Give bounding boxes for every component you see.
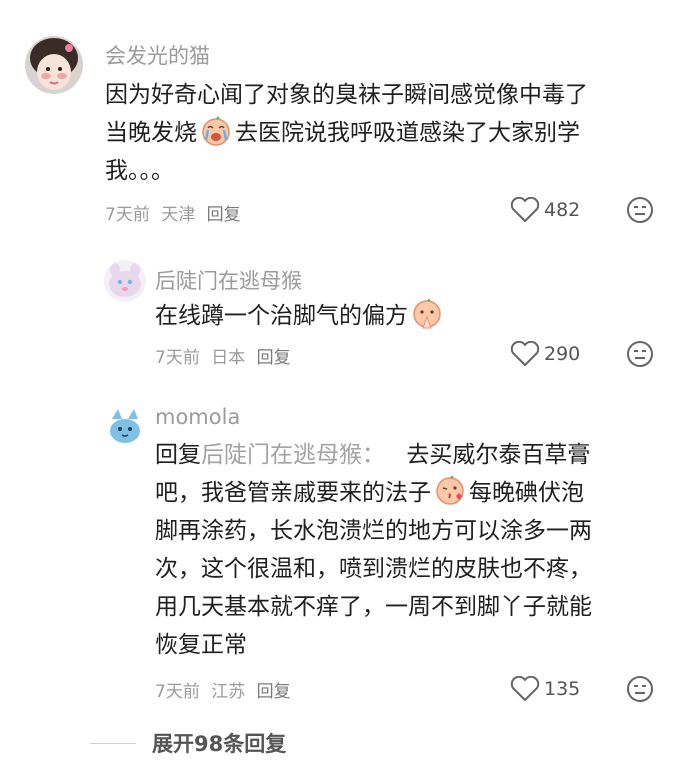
timestamp: 7天前: [155, 348, 200, 368]
crying-emoji-icon: [200, 116, 232, 146]
comment-text: 因为好奇心闻了对象的臭袜子瞬间感觉像中毒了 当晚发烧 去医院说我呼吸道感染了大家别…: [105, 76, 665, 190]
reply-button[interactable]: 回复: [257, 348, 291, 368]
comment-meta: 7天前 天津 回复: [105, 200, 247, 225]
avatar[interactable]: [104, 260, 146, 302]
like-button[interactable]: 482: [510, 197, 580, 223]
divider: [90, 742, 136, 744]
text-line: 因为好奇心闻了对象的臭袜子瞬间感觉像中毒了: [105, 82, 588, 108]
like-count: 482: [544, 199, 581, 221]
like-count: 135: [544, 678, 581, 700]
comment-meta: 7天前 江苏 回复: [155, 677, 297, 702]
like-button[interactable]: 290: [510, 341, 580, 367]
like-count: 290: [544, 343, 581, 365]
text-line: 用几天基本就不痒了，一周不到脚丫子就能: [155, 594, 592, 620]
location: 天津: [161, 205, 196, 225]
blue-cartoon-avatar-icon: [104, 405, 146, 447]
heart-icon: [510, 341, 540, 366]
girl-avatar-icon: [25, 36, 83, 94]
timestamp: 7天前: [155, 682, 200, 702]
text-line: 回复后陡门在逃母猴： 去买威尔泰百草膏: [155, 442, 591, 468]
username[interactable]: 会发光的猫: [105, 40, 210, 70]
location: 江苏: [211, 682, 246, 702]
comment-text: 回复后陡门在逃母猴： 去买威尔泰百草膏 吧，我爸管亲戚要来的法子 每晚碘伏泡 脚再…: [155, 436, 675, 664]
text-line: 当晚发烧 去医院说我呼吸道感染了大家别学: [105, 114, 665, 152]
expand-replies-button[interactable]: 展开98条回复: [90, 728, 286, 758]
reply-prefix: 回复: [155, 442, 201, 468]
praying-emoji-icon: [411, 298, 443, 329]
heart-icon: [510, 197, 540, 222]
dislike-button[interactable]: [626, 340, 654, 372]
username[interactable]: 后陡门在逃母猴: [155, 265, 302, 295]
avatar[interactable]: [104, 405, 146, 447]
expand-replies-label: 展开98条回复: [152, 732, 287, 756]
text-line: 脚再涂药，长水泡溃烂的地方可以涂多一两: [155, 518, 592, 544]
comment-text: 在线蹲一个治脚气的偏方: [155, 297, 655, 335]
dislike-button[interactable]: [626, 675, 654, 707]
text-line: 恢复正常: [155, 632, 247, 658]
text-line: 在线蹲一个治脚气的偏方: [155, 297, 655, 335]
text-line: 次，这个很温和，喷到溃烂的皮肤也不疼，: [155, 556, 592, 582]
like-button[interactable]: 135: [510, 676, 580, 702]
reply-target-username[interactable]: 后陡门在逃母猴：: [201, 442, 385, 468]
reply-button[interactable]: 回复: [207, 205, 241, 225]
timestamp: 7天前: [105, 205, 150, 225]
username[interactable]: momola: [155, 405, 240, 429]
comment-meta: 7天前 日本 回复: [155, 343, 297, 368]
reply-button[interactable]: 回复: [257, 682, 291, 702]
text-line: 吧，我爸管亲戚要来的法子 每晚碘伏泡: [155, 474, 675, 512]
heart-icon: [510, 676, 540, 701]
dislike-button[interactable]: [626, 196, 654, 228]
dislike-face-icon: [627, 676, 653, 702]
kiss-emoji-icon: [434, 475, 466, 506]
text-line: 我。。。: [105, 158, 174, 184]
pink-cartoon-avatar-icon: [104, 260, 146, 302]
location: 日本: [211, 348, 246, 368]
avatar[interactable]: [25, 36, 83, 94]
dislike-face-icon: [627, 197, 653, 223]
dislike-face-icon: [627, 341, 653, 367]
